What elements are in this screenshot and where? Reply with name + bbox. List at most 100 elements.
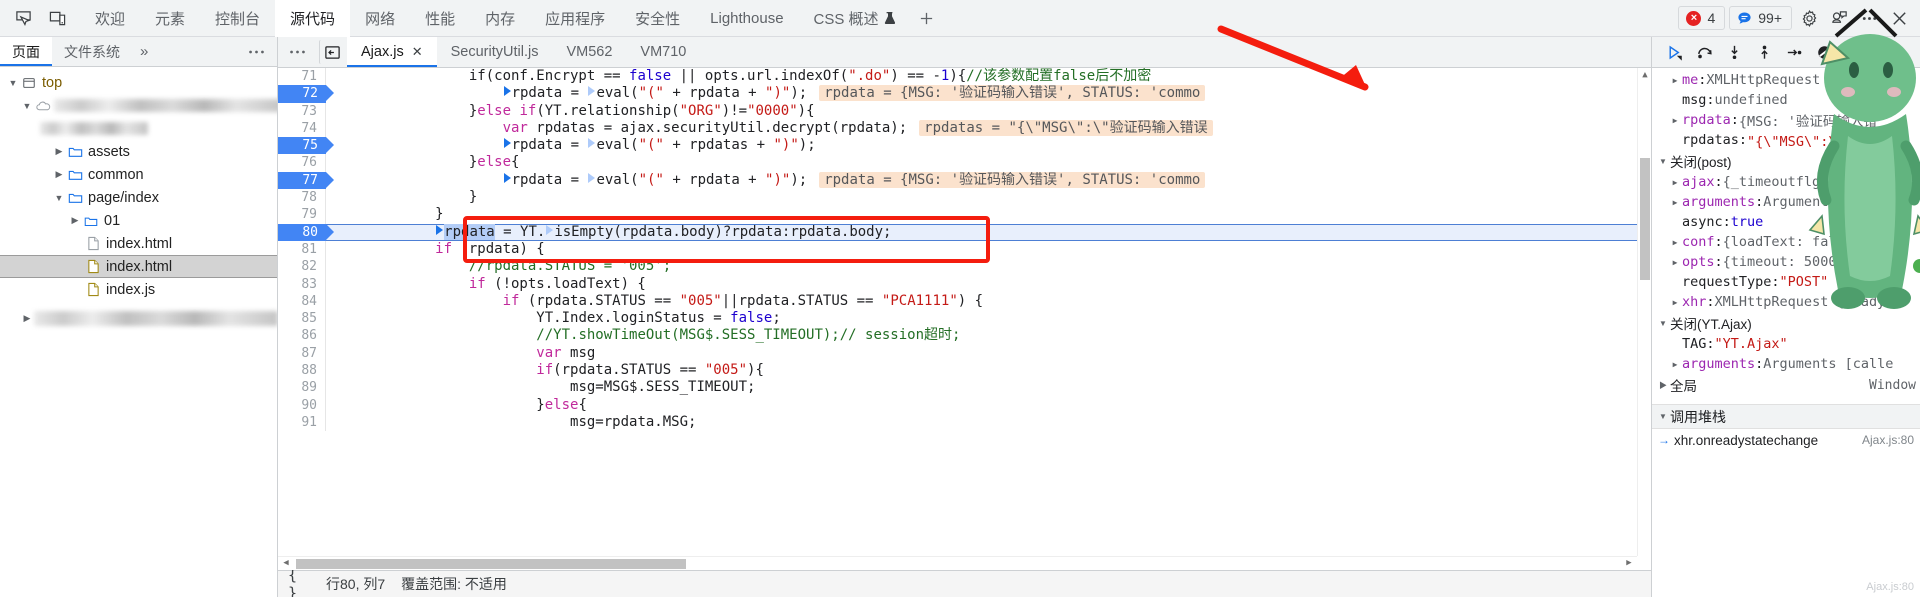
device-toolbar-icon[interactable] <box>44 5 70 31</box>
add-panel-button[interactable] <box>910 0 944 36</box>
line-number[interactable]: 84 <box>278 292 326 311</box>
error-count-badge[interactable]: × 4 <box>1678 6 1726 30</box>
chevron-down-icon[interactable]: ▼ <box>6 78 20 88</box>
code-line[interactable]: 90 }else{ <box>278 396 1651 414</box>
code-editor[interactable]: 71 if(conf.Encrypt == false || opts.url.… <box>278 68 1651 570</box>
editor-menu-icon[interactable] <box>278 37 317 67</box>
inspect-element-icon[interactable] <box>10 5 36 31</box>
line-number[interactable]: 87 <box>278 344 326 363</box>
navigator-menu-icon[interactable] <box>236 37 277 66</box>
editor-vertical-scrollbar[interactable]: ▲ <box>1637 68 1651 556</box>
tree-item-page-index[interactable]: ▼ page/index <box>0 186 277 209</box>
scroll-right-arrow-icon[interactable]: ▶ <box>1621 557 1637 570</box>
tree-item-assets[interactable]: ▶ assets <box>0 140 277 163</box>
line-number[interactable]: 90 <box>278 396 326 414</box>
scope-property-row[interactable]: ▶ arguments: Arguments [{…}, <box>1652 192 1920 212</box>
code-line[interactable]: 87 var msg <box>278 344 1651 363</box>
chevron-right-icon[interactable]: ▶ <box>1668 238 1682 247</box>
code-line[interactable]: 81 if (rpdata) { <box>278 240 1651 259</box>
pause-on-exceptions-button[interactable] <box>1840 40 1868 65</box>
code-line[interactable]: 80 rpdata = YT. isEmpty(rpdata.body)?rpda… <box>278 223 1651 241</box>
call-stack-header[interactable]: ▼ 调用堆栈 <box>1652 404 1920 429</box>
step-over-button[interactable] <box>1690 40 1718 65</box>
chevron-right-icon[interactable]: ▶ <box>68 215 82 226</box>
scope-property-row[interactable]: msg: undefined <box>1652 90 1920 110</box>
scroll-up-arrow-icon[interactable]: ▲ <box>1638 68 1651 84</box>
scope-section-header[interactable]: ▼ 关闭(post) <box>1652 150 1920 172</box>
chevron-right-icon[interactable]: ▶ <box>1668 116 1682 125</box>
chevron-right-icon[interactable]: ▶ <box>1668 360 1682 369</box>
chevron-down-icon[interactable]: ▼ <box>52 193 66 203</box>
chevron-right-icon[interactable]: ▶ <box>52 146 66 157</box>
chevron-down-icon[interactable]: ▼ <box>1656 412 1670 421</box>
code-line[interactable]: 79 } <box>278 206 1651 224</box>
line-number[interactable]: 86 <box>278 327 326 345</box>
tab-application[interactable]: 应用程序 <box>530 0 620 36</box>
code-line[interactable]: 77 rpdata = eval("(" + rpdata + ")"); rpd… <box>278 171 1651 190</box>
horizontal-scroll-thumb[interactable] <box>296 559 686 569</box>
chevron-right-icon[interactable]: ▶ <box>1668 76 1682 85</box>
chevron-right-icon[interactable]: ▶ <box>1668 298 1682 307</box>
step-out-button[interactable] <box>1750 40 1778 65</box>
code-line[interactable]: 71 if(conf.Encrypt == false || opts.url.… <box>278 68 1651 86</box>
breakpoint-marker[interactable]: 72 <box>278 85 334 103</box>
gear-icon[interactable] <box>1796 5 1822 31</box>
chevron-down-icon[interactable]: ▼ <box>1656 157 1670 166</box>
editor-tab-vm562[interactable]: VM562 <box>552 37 626 67</box>
step-button[interactable] <box>1780 40 1808 65</box>
chevron-right-icon[interactable]: ▶ <box>52 169 66 180</box>
tab-security[interactable]: 安全性 <box>620 0 695 36</box>
scope-property-row[interactable]: ▶ xhr: XMLHttpRequest {readyS <box>1652 292 1920 312</box>
tree-item-redacted-folder[interactable] <box>0 117 277 140</box>
line-number[interactable]: 85 <box>278 310 326 328</box>
more-navigator-tabs-icon[interactable]: » <box>132 37 156 66</box>
nav-tab-page[interactable]: 页面 <box>0 37 52 66</box>
scope-property-row[interactable]: ▶ me: XMLHttpRequest {readyS <box>1652 70 1920 90</box>
collapse-navigator-icon[interactable] <box>319 40 345 64</box>
current-line-marker[interactable]: 80 <box>278 223 334 241</box>
call-stack-frame[interactable]: → xhr.onreadystatechange Ajax.js:80 <box>1652 429 1920 451</box>
editor-tab-securityutil-js[interactable]: SecurityUtil.js <box>437 37 553 67</box>
scope-property-row[interactable]: requestType: "POST" <box>1652 272 1920 292</box>
tree-item-index-html-selected[interactable]: index.html <box>0 255 277 278</box>
tab-console[interactable]: 控制台 <box>200 0 275 36</box>
tab-css-overview[interactable]: CSS 概述 <box>799 0 910 36</box>
code-line[interactable]: 84 if (rpdata.STATUS == "005"||rpdata.ST… <box>278 292 1651 311</box>
scope-section-header[interactable]: ▼ 关闭(YT.Ajax) <box>1652 312 1920 334</box>
code-line[interactable]: 85 YT.Index.loginStatus = false; <box>278 310 1651 328</box>
line-number[interactable]: 76 <box>278 154 326 172</box>
breakpoint-marker[interactable]: 77 <box>278 171 334 190</box>
chevron-down-icon[interactable]: ▼ <box>1656 319 1670 328</box>
message-count-badge[interactable]: 99+ <box>1729 6 1792 30</box>
line-number[interactable]: 73 <box>278 102 326 120</box>
code-line[interactable]: 74 var rpdatas = ajax.securityUtil.decry… <box>278 119 1651 138</box>
feedback-icon[interactable] <box>1826 5 1852 31</box>
tree-item-redacted-origin-2[interactable]: ▶ <box>0 307 277 330</box>
chevron-right-icon[interactable]: ▶ <box>1668 258 1682 267</box>
line-number[interactable]: 82 <box>278 258 326 276</box>
scope-property-row[interactable]: async: true <box>1652 212 1920 232</box>
tree-item-common[interactable]: ▶ common <box>0 163 277 186</box>
scope-property-row[interactable]: ▶ conf: {loadText: false, med <box>1652 232 1920 252</box>
tree-item-01[interactable]: ▶ 01 <box>0 209 277 232</box>
line-number[interactable]: 81 <box>278 240 326 259</box>
code-line[interactable]: 75 rpdata = eval("(" + rpdatas + ")"); <box>278 137 1651 155</box>
chevron-down-icon[interactable]: ▼ <box>20 101 34 111</box>
line-number[interactable]: 83 <box>278 275 326 293</box>
tree-item-index-html-outer[interactable]: index.html <box>0 232 277 255</box>
tab-welcome[interactable]: 欢迎 <box>80 0 140 36</box>
line-number[interactable]: 88 <box>278 362 326 380</box>
code-line[interactable]: 91 msg=rpdata.MSG; <box>278 413 1651 432</box>
code-line[interactable]: 88 if(rpdata.STATUS == "005"){ <box>278 362 1651 380</box>
line-number[interactable]: 71 <box>278 68 326 86</box>
resume-button[interactable] <box>1660 40 1688 65</box>
code-line[interactable]: 73 }else if(YT.relationship("ORG")!="000… <box>278 102 1651 120</box>
code-line[interactable]: 76 }else{ <box>278 154 1651 172</box>
close-devtools-icon[interactable] <box>1886 5 1912 31</box>
chevron-right-icon[interactable]: ▶ <box>1668 198 1682 207</box>
chevron-right-icon[interactable]: ▶ <box>1656 380 1670 391</box>
tree-item-index-js[interactable]: index.js <box>0 278 277 301</box>
tab-sources[interactable]: 源代码 <box>275 0 351 37</box>
scope-property-row[interactable]: ▶ ajax: {_timeoutflg: false, c <box>1652 172 1920 192</box>
tab-lighthouse[interactable]: Lighthouse <box>695 0 798 36</box>
